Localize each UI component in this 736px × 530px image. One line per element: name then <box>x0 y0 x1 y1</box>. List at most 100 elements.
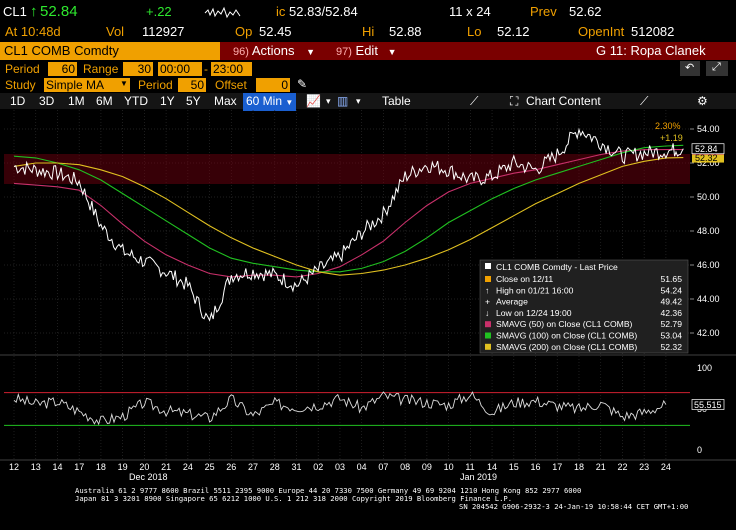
abs-change-label: +1.19 <box>660 133 683 143</box>
legend-swatch <box>485 321 491 328</box>
day-tick-label: 09 <box>422 462 432 472</box>
rsi-panel: 05010055.515 <box>4 363 725 455</box>
footer-line-2: Japan 81 3 3201 8900 Singapore 65 6212 1… <box>75 494 512 503</box>
price-tick-label: 54.00 <box>697 124 720 134</box>
day-tick-label: 19 <box>118 462 128 472</box>
time-separator: - <box>204 62 208 76</box>
range-1y[interactable]: 1Y <box>160 93 175 109</box>
chart-toolbar: 1D 3D 1M 6M YTD 1Y 5Y Max 60 Min ▼ 📈 ▾ ▥… <box>0 93 736 111</box>
actions-menu[interactable]: 96) Actions ▼ <box>233 42 315 60</box>
offset-label: Offset <box>215 78 247 92</box>
range-6m[interactable]: 6M <box>96 93 113 109</box>
prev-close: 52.62 <box>569 4 602 19</box>
interval-select[interactable]: 60 Min ▼ <box>243 93 297 111</box>
day-tick-label: 18 <box>96 462 106 472</box>
price-tick-label: 44.00 <box>697 294 720 304</box>
study-period-input[interactable]: 50 <box>178 78 206 92</box>
period-settings: Period 60 Range 30 00:00 - 23:00 ↶ ⤢ <box>0 61 736 77</box>
chart-content-button[interactable]: Chart Content <box>526 93 601 109</box>
month-label-jan: Jan 2019 <box>460 472 497 482</box>
pencil-icon[interactable]: ✎ <box>297 77 307 91</box>
open-price: 52.45 <box>259 24 292 39</box>
day-tick-label: 16 <box>531 462 541 472</box>
interval-dropdown-icon: ▼ <box>285 98 294 107</box>
quote-bar-bottom: At 10:48d Vol 112927 Op 52.45 Hi 52.88 L… <box>0 22 736 42</box>
time-axis: 12 13 14 17 18 19 20 21 24 25 26 27 28 31 02 03 04 07 08 09… <box>0 459 736 472</box>
study-label: Study <box>5 78 36 92</box>
day-tick-label: 04 <box>357 462 367 472</box>
highlight-band <box>4 154 690 184</box>
bid-ask-size: 11 x 24 <box>449 4 491 19</box>
day-tick-label: 07 <box>378 462 388 472</box>
interval-label: 60 Min <box>246 94 283 108</box>
net-change: +.22 <box>146 4 172 19</box>
collapse-right-icon[interactable]: ⟋ <box>640 93 648 109</box>
bid-ask: 52.83/52.84 <box>289 4 358 19</box>
legend-row-value: 51.65 <box>660 274 682 284</box>
range-max[interactable]: Max <box>214 93 237 109</box>
day-tick-label: 25 <box>205 462 215 472</box>
edit-number: 97) <box>336 46 352 58</box>
up-arrow-icon: ↑ <box>30 3 38 20</box>
start-time-input[interactable]: 00:00 <box>158 62 202 76</box>
last-price-tag: 52.84 <box>695 144 718 154</box>
study-select[interactable]: Simple MA <box>44 78 130 92</box>
range-input[interactable]: 30 <box>123 62 153 76</box>
line-chart-icon[interactable]: 📈 <box>306 93 321 109</box>
range-3d[interactable]: 3D <box>39 93 54 109</box>
range-1m[interactable]: 1M <box>68 93 85 109</box>
edit-dropdown-icon: ▼ <box>387 47 397 57</box>
chart-type-dropdown-icon[interactable]: ▾ <box>326 93 331 109</box>
range-5y[interactable]: 5Y <box>186 93 201 109</box>
legend-row-value: 52.79 <box>660 319 682 329</box>
expand-button[interactable]: ⤢ <box>706 61 728 76</box>
legend-row-value: 49.42 <box>660 297 682 307</box>
day-tick-label: 17 <box>552 462 562 472</box>
volume-label: Vol <box>106 24 125 39</box>
range-1d[interactable]: 1D <box>10 93 25 109</box>
study-period-label: Period <box>138 78 173 92</box>
security-title[interactable]: CL1 COMB Comdty <box>0 42 220 60</box>
table-button[interactable]: Table <box>382 93 411 109</box>
volume: 112927 <box>142 24 185 39</box>
day-tick-label: 10 <box>444 462 454 472</box>
collapse-left-icon[interactable]: ⟋ <box>470 93 478 109</box>
chart-content-icon: ⛶ <box>510 94 519 108</box>
chart-legend[interactable]: CL1 COMB Comdty - Last Price Close on 12… <box>479 259 689 354</box>
day-tick-label: 17 <box>74 462 84 472</box>
day-tick-label: 26 <box>226 462 236 472</box>
quote-bar-top: CL1 ↑ 52.84 +.22 ic 52.83/52.84 11 x 24 … <box>0 0 736 24</box>
undo-icon: ↶ <box>685 62 695 74</box>
offset-input[interactable]: 0 <box>256 78 290 92</box>
price-tick-label: 42.00 <box>697 328 720 338</box>
end-time-input[interactable]: 23:00 <box>211 62 252 76</box>
edit-menu[interactable]: 97) Edit ▼ <box>336 42 396 60</box>
actions-label: Actions <box>251 43 295 58</box>
edit-label: Edit <box>355 43 378 58</box>
prev-label: Prev <box>530 4 557 19</box>
period-input[interactable]: 60 <box>48 62 77 76</box>
range-ytd[interactable]: YTD <box>124 93 148 109</box>
bar-chart-icon[interactable]: ▥ <box>337 93 348 109</box>
open-label: Op <box>235 24 253 39</box>
ticker[interactable]: CL1 <box>3 4 27 19</box>
undo-button[interactable]: ↶ <box>680 61 700 76</box>
legend-row-value: 52.32 <box>660 342 682 352</box>
legend-swatch <box>485 332 491 339</box>
legend-row-label: SMAVG (100) on Close (CL1 COMB) <box>496 331 637 341</box>
settings-gear-icon[interactable]: ⚙ <box>697 93 708 109</box>
legend-swatch <box>485 343 491 350</box>
price-chart[interactable]: 42.0044.0046.0048.0050.0052.0054.00 52.3… <box>0 110 736 530</box>
day-tick-label: 14 <box>52 462 62 472</box>
day-tick-label: 24 <box>661 462 671 472</box>
day-tick-label: 13 <box>31 462 41 472</box>
month-label-dec: Dec 2018 <box>129 472 168 482</box>
day-tick-label: 21 <box>596 462 606 472</box>
legend-title-swatch <box>485 263 491 269</box>
bar-dropdown-icon[interactable]: ▾ <box>356 93 361 109</box>
high-label: Hi <box>362 24 375 39</box>
price-tick-label: 46.00 <box>697 260 720 270</box>
day-tick-label: 23 <box>639 462 649 472</box>
legend-row-label: Close on 12/11 <box>496 274 553 284</box>
day-tick-label: 02 <box>313 462 323 472</box>
